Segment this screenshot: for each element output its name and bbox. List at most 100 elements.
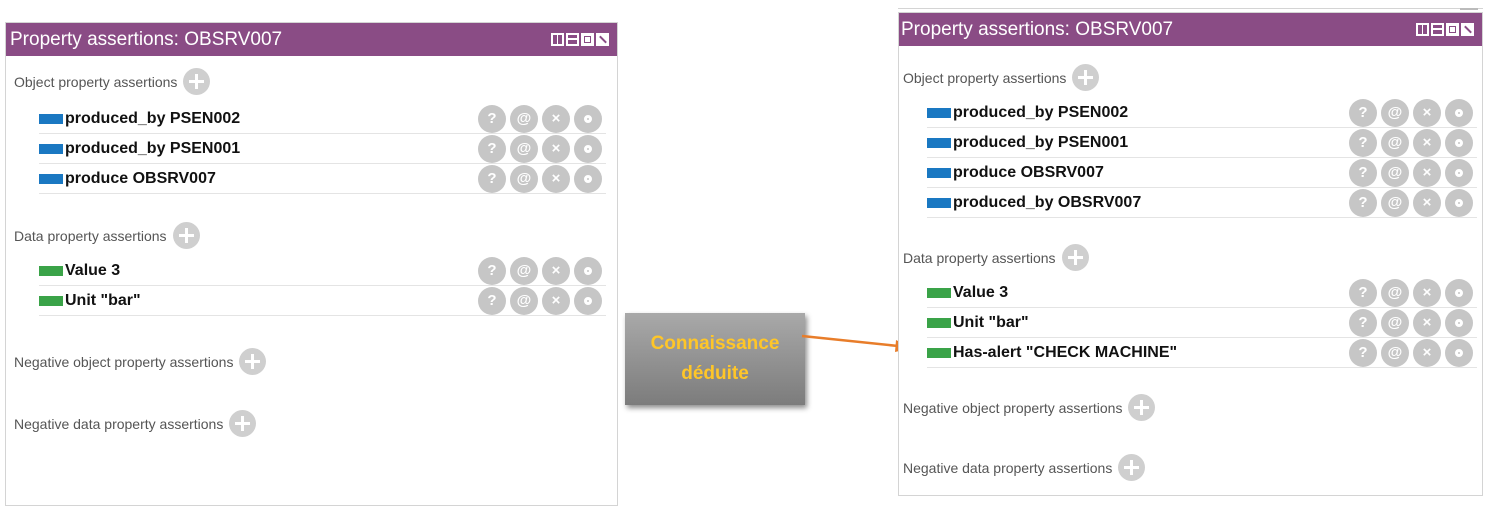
- close-icon[interactable]: [596, 33, 609, 46]
- add-data-property-button[interactable]: [1061, 244, 1089, 271]
- annotate-button[interactable]: @: [510, 256, 538, 285]
- data-property-row[interactable]: Has-alert "CHECK MACHINE" ? @ ×: [927, 338, 1477, 368]
- negative-object-property-assertions-header: Negative object property assertions: [903, 394, 1156, 421]
- explain-button[interactable]: ?: [1349, 158, 1377, 187]
- annotate-button[interactable]: @: [510, 164, 538, 193]
- assertion-text: Value 3: [65, 261, 121, 279]
- object-property-swatch: [39, 143, 63, 154]
- delete-button[interactable]: ×: [542, 256, 570, 285]
- row-actions: ? @ ×: [1349, 98, 1473, 127]
- close-icon[interactable]: [1461, 23, 1474, 36]
- object-property-row[interactable]: produced_by OBSRV007 ? @ ×: [927, 188, 1477, 218]
- edit-button[interactable]: [1445, 308, 1473, 337]
- object-property-row[interactable]: produced_by PSEN002 ? @ ×: [39, 104, 606, 134]
- section-label: Negative data property assertions: [903, 459, 1113, 476]
- split-horizontal-icon[interactable]: [1431, 23, 1444, 36]
- object-property-swatch: [927, 107, 951, 118]
- add-negative-data-property-button[interactable]: [229, 410, 257, 437]
- assertion-text: produce OBSRV007: [65, 169, 216, 187]
- delete-button[interactable]: ×: [1413, 98, 1441, 127]
- delete-button[interactable]: ×: [1413, 188, 1441, 217]
- edit-button[interactable]: [1445, 338, 1473, 367]
- explain-button[interactable]: ?: [478, 286, 506, 315]
- edit-button[interactable]: [1445, 98, 1473, 127]
- edit-button[interactable]: [1445, 278, 1473, 307]
- delete-button[interactable]: ×: [1413, 278, 1441, 307]
- panel-titlebar: Property assertions: OBSRV007: [6, 23, 617, 56]
- edit-button[interactable]: [574, 286, 602, 315]
- explain-button[interactable]: ?: [478, 134, 506, 163]
- edit-button[interactable]: [574, 134, 602, 163]
- object-property-row[interactable]: produce OBSRV007 ? @ ×: [927, 158, 1477, 188]
- delete-button[interactable]: ×: [542, 286, 570, 315]
- explain-button[interactable]: ?: [478, 256, 506, 285]
- data-property-swatch: [927, 317, 951, 328]
- object-property-row[interactable]: produce OBSRV007 ? @ ×: [39, 164, 606, 194]
- delete-button[interactable]: ×: [1413, 308, 1441, 337]
- annotate-button[interactable]: @: [1381, 158, 1409, 187]
- delete-button[interactable]: ×: [1413, 338, 1441, 367]
- add-object-property-button[interactable]: [1072, 64, 1100, 91]
- maximize-icon[interactable]: [1446, 23, 1459, 36]
- object-property-swatch: [927, 197, 951, 208]
- edit-button[interactable]: [574, 104, 602, 133]
- property-assertions-panel-left: Property assertions: OBSRV007 Object pro…: [5, 22, 618, 506]
- delete-button[interactable]: ×: [1413, 128, 1441, 157]
- annotate-button[interactable]: @: [1381, 308, 1409, 337]
- explain-button[interactable]: ?: [478, 104, 506, 133]
- edit-button[interactable]: [1445, 188, 1473, 217]
- explain-button[interactable]: ?: [1349, 308, 1377, 337]
- split-vertical-icon[interactable]: [551, 33, 564, 46]
- edit-button[interactable]: [1445, 158, 1473, 187]
- edit-button[interactable]: [1445, 128, 1473, 157]
- maximize-icon[interactable]: [581, 33, 594, 46]
- add-negative-object-property-button[interactable]: [239, 348, 267, 375]
- object-property-assertions-header: Object property assertions: [14, 68, 211, 95]
- delete-button[interactable]: ×: [542, 164, 570, 193]
- data-property-row[interactable]: Value 3 ? @ ×: [927, 278, 1477, 308]
- annotate-button[interactable]: @: [1381, 98, 1409, 127]
- add-data-property-button[interactable]: [172, 222, 200, 249]
- data-property-assertions-header: Data property assertions: [14, 222, 200, 249]
- explain-button[interactable]: ?: [1349, 338, 1377, 367]
- section-label: Negative object property assertions: [903, 399, 1123, 416]
- data-property-row[interactable]: Unit "bar" ? @ ×: [39, 286, 606, 316]
- data-property-swatch: [927, 347, 951, 358]
- object-property-swatch: [927, 137, 951, 148]
- explain-button[interactable]: ?: [1349, 98, 1377, 127]
- row-actions: ? @ ×: [1349, 308, 1473, 337]
- object-property-row[interactable]: produced_by PSEN001 ? @ ×: [927, 128, 1477, 158]
- data-property-row[interactable]: Value 3 ? @ ×: [39, 256, 606, 286]
- explain-button[interactable]: ?: [1349, 128, 1377, 157]
- add-negative-object-property-button[interactable]: [1128, 394, 1156, 421]
- assertion-text: produced_by PSEN002: [953, 103, 1129, 121]
- section-label: Data property assertions: [903, 249, 1056, 266]
- annotate-button[interactable]: @: [1381, 278, 1409, 307]
- annotate-button[interactable]: @: [1381, 338, 1409, 367]
- explain-button[interactable]: ?: [1349, 278, 1377, 307]
- delete-button[interactable]: ×: [542, 104, 570, 133]
- panel-title: Property assertions: OBSRV007: [901, 18, 1174, 40]
- annotate-button[interactable]: @: [510, 104, 538, 133]
- delete-button[interactable]: ×: [542, 134, 570, 163]
- assertion-text: Unit "bar": [953, 313, 1029, 331]
- section-label: Negative data property assertions: [14, 415, 224, 432]
- edit-button[interactable]: [574, 256, 602, 285]
- explain-button[interactable]: ?: [1349, 188, 1377, 217]
- add-object-property-button[interactable]: [183, 68, 211, 95]
- row-actions: ? @ ×: [1349, 128, 1473, 157]
- object-property-row[interactable]: produced_by PSEN001 ? @ ×: [39, 134, 606, 164]
- object-property-row[interactable]: produced_by PSEN002 ? @ ×: [927, 98, 1477, 128]
- annotate-button[interactable]: @: [1381, 188, 1409, 217]
- annotate-button[interactable]: @: [510, 286, 538, 315]
- delete-button[interactable]: ×: [1413, 158, 1441, 187]
- split-horizontal-icon[interactable]: [566, 33, 579, 46]
- annotate-button[interactable]: @: [1381, 128, 1409, 157]
- split-vertical-icon[interactable]: [1416, 23, 1429, 36]
- data-property-row[interactable]: Unit "bar" ? @ ×: [927, 308, 1477, 338]
- explain-button[interactable]: ?: [478, 164, 506, 193]
- row-actions: ? @ ×: [478, 134, 602, 163]
- edit-button[interactable]: [574, 164, 602, 193]
- annotate-button[interactable]: @: [510, 134, 538, 163]
- add-negative-data-property-button[interactable]: [1118, 454, 1146, 481]
